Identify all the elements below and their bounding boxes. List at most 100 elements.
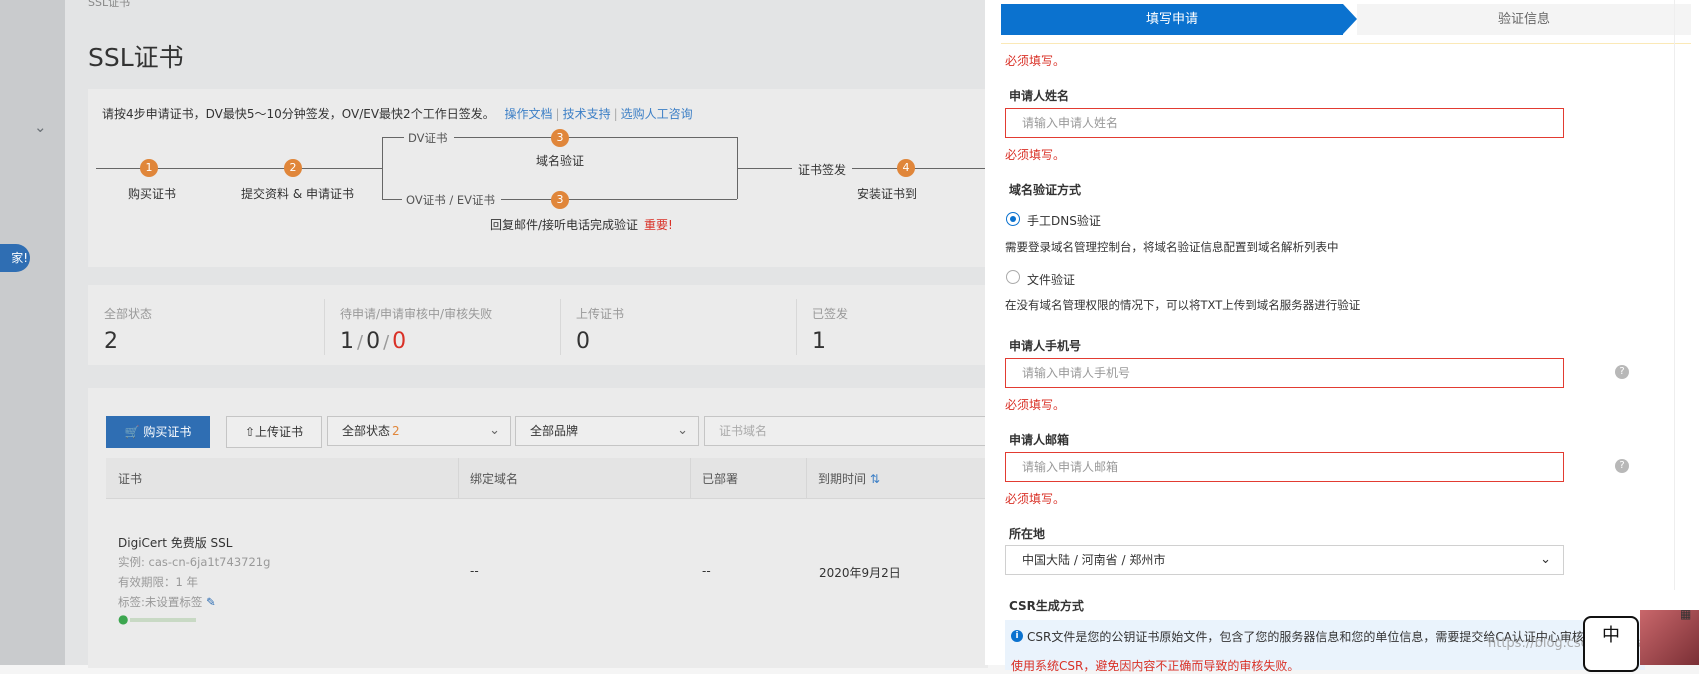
step-2-badge: 2 — [284, 159, 302, 177]
chevron-down-icon[interactable]: ⌄ — [34, 118, 47, 136]
step-2-label: 提交资料 & 申请证书 — [241, 187, 354, 201]
step-line — [382, 137, 383, 199]
stat-all-value: 2 — [104, 329, 118, 354]
applicant-email-label: 申请人邮箱 — [1009, 433, 1070, 447]
help-pill[interactable]: 家! — [0, 244, 30, 272]
consult-link[interactable]: 选购人工咨询 — [621, 107, 693, 121]
page-title: SSL证书 — [88, 43, 184, 72]
file-verify-desc: 在没有域名管理权限的情况下，可以将TXT上传到域名服务器进行验证 — [1005, 298, 1361, 312]
domain-verify-label: 域名验证 — [536, 154, 585, 168]
cert-deployed: -- — [702, 564, 711, 578]
install-label: 安装证书到 — [857, 187, 918, 201]
location-select[interactable]: 中国大陆 / 河南省 / 郑州市 ⌄ — [1005, 545, 1564, 575]
reply-verify-label: 回复邮件/接听电话完成验证 重要! — [490, 218, 673, 232]
csr-method-label: CSR生成方式 — [1009, 599, 1084, 613]
stat-issued-label: 已签发 — [812, 307, 849, 321]
required-error: 必须填写。 — [1005, 398, 1066, 412]
stat-all-label: 全部状态 — [104, 307, 153, 321]
dns-verify-desc: 需要登录域名管理控制台，将域名验证信息配置到域名解析列表中 — [1005, 240, 1339, 254]
ovev-label: OV证书 / EV证书 — [402, 192, 502, 208]
col-expiry[interactable]: 到期时间 ⇅ — [818, 470, 880, 487]
important-label: 重要! — [644, 218, 673, 232]
wizard-step-verify[interactable]: 验证信息 — [1357, 4, 1691, 35]
security-status-bar: ● — [118, 612, 197, 626]
cert-expiry: 2020年9月2日 — [819, 566, 901, 580]
ime-indicator[interactable]: 中 — [1583, 616, 1639, 672]
dns-verify-radio[interactable] — [1006, 212, 1020, 226]
docs-link[interactable]: 操作文档 — [505, 107, 553, 121]
support-link[interactable]: 技术支持 — [563, 107, 611, 121]
step-3a-badge: 3 — [551, 129, 569, 147]
domain-search-input[interactable]: 证书域名 — [704, 416, 988, 446]
cert-validity: 有效期限：1 年 — [118, 575, 198, 589]
applicant-name-input[interactable]: 请输入申请人姓名 — [1005, 108, 1564, 138]
stat-issued[interactable]: 已签发 1 — [796, 285, 988, 365]
applicant-phone-label: 申请人手机号 — [1009, 339, 1082, 353]
required-error: 必须填写。 — [1005, 148, 1066, 162]
col-cert: 证书 — [118, 472, 143, 486]
stat-pending-value: 1/0/0 — [340, 329, 407, 354]
file-verify-radio[interactable] — [1006, 270, 1020, 284]
status-filter-select[interactable]: 全部状态 2 ⌄ — [327, 416, 511, 446]
cart-icon: 🛒 — [124, 425, 144, 439]
shield-icon: ● — [118, 612, 129, 626]
stat-uploaded-value: 0 — [576, 329, 590, 354]
table-header: 证书 绑定域名 已部署 到期时间 ⇅ — [106, 458, 988, 499]
verify-method-label: 域名验证方式 — [1009, 183, 1082, 197]
left-rail: ⌄ 家! — [0, 0, 65, 665]
issue-label: 证书签发 — [792, 161, 853, 178]
wizard-steps: 填写申请 验证信息 — [1001, 4, 1691, 35]
stat-uploaded-label: 上传证书 — [576, 307, 625, 321]
step-line — [737, 168, 988, 169]
cert-name[interactable]: DigiCert 免费版 SSL — [118, 534, 232, 551]
applicant-phone-input[interactable]: 请输入申请人手机号 — [1005, 358, 1564, 388]
dns-verify-label[interactable]: 手工DNS验证 — [1027, 212, 1101, 229]
required-error: 必须填写。 — [1005, 492, 1066, 506]
required-error: 必须填写。 — [1005, 54, 1066, 68]
sort-icon: ⇅ — [869, 472, 880, 486]
drawer-scrollbar[interactable] — [1674, 0, 1675, 590]
step-1-label: 购买证书 — [128, 187, 177, 201]
stat-pending-label: 待申请/申请审核中/审核失败 — [340, 307, 493, 321]
steps-panel: 请按4步申请证书，DV最快5～10分钟签发，OV/EV最快2个工作日签发。 操作… — [88, 89, 988, 267]
step-4-badge: 4 — [897, 159, 915, 177]
stats-panel: 全部状态 2 待申请/申请审核中/审核失败 1/0/0 上传证书 0 已签发 1 — [88, 285, 988, 365]
help-icon[interactable]: ? — [1615, 459, 1629, 473]
stat-pending[interactable]: 待申请/申请审核中/审核失败 1/0/0 — [324, 285, 560, 365]
stat-uploaded[interactable]: 上传证书 0 — [560, 285, 796, 365]
step-1-badge: 1 — [140, 159, 158, 177]
applicant-email-input[interactable]: 请输入申请人邮箱 — [1005, 452, 1564, 482]
breadcrumb[interactable]: SSL证书 — [88, 0, 130, 10]
stat-issued-value: 1 — [812, 329, 826, 354]
main-content: SSL证书 SSL证书 请按4步申请证书，DV最快5～10分钟签发，OV/EV最… — [65, 0, 988, 668]
upload-icon: ⇧ — [244, 425, 256, 439]
csr-warning-text: 使用系统CSR，避免因内容不正确而导致的审核失败。 — [1011, 659, 1300, 673]
cert-instance: 实例: cas-cn-6ja1t743721g — [118, 555, 271, 569]
wizard-step-fill[interactable]: 填写申请 — [1001, 4, 1343, 35]
applicant-name-label: 申请人姓名 — [1009, 89, 1070, 103]
help-icon[interactable]: ? — [1615, 365, 1629, 379]
file-verify-label[interactable]: 文件验证 — [1027, 271, 1075, 288]
chevron-down-icon: ⌄ — [1540, 552, 1551, 567]
upload-cert-button[interactable]: ⇧上传证书 — [226, 416, 322, 448]
info-icon: i — [1011, 630, 1023, 642]
cert-domain: -- — [470, 564, 479, 578]
apply-drawer: 填写申请 验证信息 必须填写。 申请人姓名 请输入申请人姓名 必须填写。 域名验… — [985, 0, 1699, 673]
edit-icon[interactable]: ✎ — [206, 595, 216, 609]
chevron-down-icon: ⌄ — [489, 423, 500, 438]
steps-note-text: 请按4步申请证书，DV最快5～10分钟签发，OV/EV最快2个工作日签发。 — [102, 107, 495, 121]
step-3b-badge: 3 — [551, 191, 569, 209]
col-deployed: 已部署 — [702, 472, 739, 486]
buy-cert-button[interactable]: 🛒 购买证书 — [106, 416, 210, 448]
col-domain: 绑定域名 — [470, 472, 519, 486]
stat-all[interactable]: 全部状态 2 — [88, 285, 324, 365]
step-line — [96, 168, 382, 169]
grid-icon[interactable]: ▦ — [1680, 607, 1691, 621]
steps-note: 请按4步申请证书，DV最快5～10分钟签发，OV/EV最快2个工作日签发。 操作… — [102, 107, 693, 121]
brand-filter-select[interactable]: 全部品牌 ⌄ — [515, 416, 699, 446]
dv-label: DV证书 — [404, 130, 454, 146]
cert-table-panel: 🛒 购买证书 ⇧上传证书 全部状态 2 ⌄ 全部品牌 ⌄ 证书域名 证书 绑定域名 已… — [88, 388, 988, 668]
cert-tags: 标签:未设置标签 ✎ — [118, 595, 216, 609]
location-label: 所在地 — [1009, 527, 1046, 541]
chevron-down-icon: ⌄ — [677, 423, 688, 438]
